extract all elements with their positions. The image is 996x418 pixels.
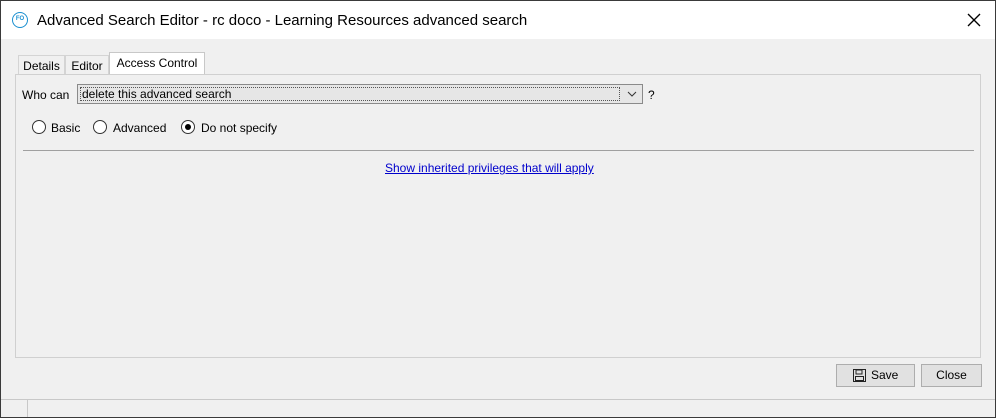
help-mark[interactable]: ? xyxy=(648,88,655,102)
status-bar-cell xyxy=(1,400,28,417)
radio-do-not-specify-label[interactable]: Do not specify xyxy=(201,121,277,135)
window-title: Advanced Search Editor - rc doco - Learn… xyxy=(37,12,528,29)
radio-basic[interactable] xyxy=(32,120,46,134)
radio-do-not-specify[interactable] xyxy=(181,120,195,134)
status-bar xyxy=(1,399,995,417)
title-bar: FO Advanced Search Editor - rc doco - Le… xyxy=(1,1,995,39)
who-can-label: Who can xyxy=(22,88,70,102)
close-icon xyxy=(967,13,981,27)
show-inherited-privileges-link[interactable]: Show inherited privileges that will appl… xyxy=(385,161,594,175)
tab-editor[interactable]: Editor xyxy=(65,55,109,75)
window-close-button[interactable] xyxy=(964,10,984,30)
advanced-search-editor-dialog: FO Advanced Search Editor - rc doco - Le… xyxy=(0,0,996,418)
radio-advanced[interactable] xyxy=(93,120,107,134)
app-logo-icon: FO xyxy=(12,12,28,28)
radio-basic-label[interactable]: Basic xyxy=(51,121,80,135)
tab-access-control[interactable]: Access Control xyxy=(109,52,205,75)
floppy-disk-icon xyxy=(853,369,866,382)
tab-details[interactable]: Details xyxy=(18,55,65,75)
close-button[interactable]: Close xyxy=(921,364,982,387)
save-button[interactable]: Save xyxy=(836,364,915,387)
permission-select[interactable]: delete this advanced search xyxy=(77,84,643,104)
close-button-label: Close xyxy=(936,368,967,382)
chevron-down-icon xyxy=(623,85,641,103)
radio-advanced-label[interactable]: Advanced xyxy=(113,121,166,135)
permission-select-value: delete this advanced search xyxy=(80,87,620,101)
section-divider xyxy=(23,150,974,151)
save-button-label: Save xyxy=(871,368,899,382)
access-control-panel xyxy=(15,74,981,358)
